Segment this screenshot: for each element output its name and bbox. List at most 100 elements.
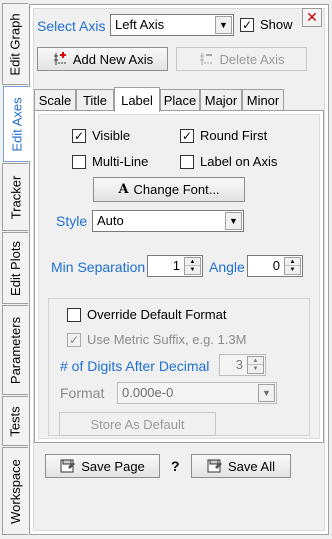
tab-label: Title	[82, 93, 108, 108]
up-arrow-icon[interactable]: ▲	[185, 258, 200, 266]
checkbox-empty	[72, 154, 86, 169]
side-tab-edit-graph[interactable]: Edit Graph	[2, 3, 28, 85]
save-page-label: Save Page	[81, 458, 145, 474]
change-font-button[interactable]: A Change Font...	[93, 177, 245, 202]
format-value: 0.000e-0	[122, 385, 174, 400]
add-new-axis-button[interactable]: Add New Axis	[37, 47, 168, 71]
save-page-button[interactable]: Save Page	[45, 454, 160, 478]
style-value: Auto	[97, 213, 124, 228]
save-all-button[interactable]: Save All	[191, 454, 291, 478]
visible-label: Visible	[92, 128, 131, 143]
add-axis-icon	[53, 52, 66, 65]
style-dropdown[interactable]: Auto ▼	[92, 210, 244, 232]
add-new-axis-label: Add New Axis	[72, 51, 154, 67]
change-font-label: Change Font...	[133, 182, 220, 197]
save-icon	[60, 459, 76, 473]
chevron-down-icon: ▼	[215, 16, 232, 34]
delete-axis-icon	[200, 53, 213, 65]
select-axis-dropdown[interactable]: Left Axis ▼	[110, 14, 234, 36]
tab-minor[interactable]: Minor	[242, 89, 284, 111]
checkmark-icon: ✓	[72, 128, 86, 143]
digits-label: # of Digits After Decimal	[60, 358, 210, 374]
min-separation-value: 1	[172, 258, 180, 273]
font-icon: A	[118, 182, 129, 197]
side-tab-label: Edit Axes	[9, 96, 25, 152]
format-dropdown[interactable]: 0.000e-0 ▼	[117, 382, 277, 404]
show-checkbox[interactable]: ✓ Show	[240, 17, 293, 32]
tab-label: Major	[204, 93, 238, 108]
edit-axes-panel: ✕ Select Axis Left Axis ▼ ✓ Show Add New…	[29, 4, 329, 535]
side-tab-edit-axes[interactable]: Edit Axes	[3, 86, 30, 162]
close-icon: ✕	[306, 9, 318, 25]
side-tab-label: Tests	[8, 405, 23, 437]
angle-label: Angle	[209, 259, 245, 275]
min-separation-spinner[interactable]: 1 ▲ ▼	[147, 255, 203, 277]
label-on-axis-label: Label on Axis	[200, 154, 278, 169]
digits-value: 3	[235, 357, 243, 372]
help-button[interactable]: ?	[171, 458, 180, 474]
side-tab-label: Workspace	[8, 458, 24, 524]
label-tab-panel: ✓ Visible ✓ Round First Multi-Line Label…	[34, 110, 324, 443]
delete-axis-label: Delete Axis	[219, 51, 285, 67]
tab-label[interactable]: Label	[114, 87, 160, 112]
angle-value: 0	[272, 258, 280, 273]
format-label: Format	[60, 385, 105, 401]
spinner-buttons[interactable]: ▲ ▼	[284, 257, 301, 275]
multi-line-label: Multi-Line	[92, 154, 149, 169]
angle-spinner[interactable]: 0 ▲ ▼	[247, 255, 303, 277]
select-axis-value: Left Axis	[115, 17, 165, 32]
checkmark-icon: ✓	[67, 332, 81, 347]
side-tab-label: Tracker	[8, 175, 24, 219]
visible-checkbox[interactable]: ✓ Visible	[72, 128, 130, 143]
tab-scale[interactable]: Scale	[34, 89, 76, 111]
round-first-checkbox[interactable]: ✓ Round First	[180, 128, 267, 143]
checkbox-empty	[180, 154, 194, 169]
store-as-default-button[interactable]: Store As Default	[59, 412, 216, 436]
checkbox-empty	[67, 307, 81, 322]
label-tab-content: ✓ Visible ✓ Round First Multi-Line Label…	[38, 114, 320, 439]
tab-major[interactable]: Major	[200, 89, 242, 111]
tab-label: Label	[121, 92, 153, 108]
down-arrow-icon[interactable]: ▼	[248, 365, 263, 373]
down-arrow-icon[interactable]: ▼	[185, 266, 200, 274]
close-button[interactable]: ✕	[302, 8, 322, 27]
override-format-checkbox[interactable]: Override Default Format	[67, 307, 226, 322]
label-on-axis-checkbox[interactable]: Label on Axis	[180, 154, 277, 169]
spinner-buttons[interactable]: ▲ ▼	[247, 356, 264, 374]
show-label: Show	[260, 17, 293, 32]
chevron-down-icon: ▼	[225, 212, 242, 230]
min-separation-label: Min Separation	[51, 259, 146, 275]
side-tab-tracker[interactable]: Tracker	[2, 163, 28, 231]
format-group: Override Default Format ✓ Use Metric Suf…	[48, 298, 310, 436]
tab-label: Minor	[246, 93, 280, 108]
up-arrow-icon[interactable]: ▲	[285, 258, 300, 266]
tab-title[interactable]: Title	[76, 89, 114, 111]
side-tab-edit-plots[interactable]: Edit Plots	[2, 232, 28, 304]
digits-spinner[interactable]: 3 ▲ ▼	[219, 354, 266, 376]
metric-suffix-label: Use Metric Suffix, e.g. 1.3M	[87, 332, 247, 347]
side-tab-strip: Edit Graph Edit Axes Tracker Edit Plots …	[0, 0, 30, 539]
tab-label: Scale	[38, 93, 72, 108]
checkmark-icon: ✓	[180, 128, 194, 143]
store-as-default-label: Store As Default	[90, 416, 185, 432]
side-tab-parameters[interactable]: Parameters	[2, 305, 28, 395]
spinner-buttons[interactable]: ▲ ▼	[184, 257, 201, 275]
tab-label: Place	[163, 93, 197, 108]
delete-axis-button[interactable]: Delete Axis	[176, 47, 307, 71]
round-first-label: Round First	[200, 128, 268, 143]
save-icon	[207, 459, 222, 473]
chevron-down-icon: ▼	[258, 384, 275, 402]
override-format-label: Override Default Format	[87, 307, 227, 322]
select-axis-label: Select Axis	[37, 18, 106, 34]
save-all-label: Save All	[228, 458, 275, 474]
tab-place[interactable]: Place	[160, 89, 200, 111]
side-tab-tests[interactable]: Tests	[2, 396, 28, 446]
side-tab-label: Parameters	[8, 316, 24, 384]
multi-line-checkbox[interactable]: Multi-Line	[72, 154, 148, 169]
style-label: Style	[56, 213, 88, 229]
up-arrow-icon[interactable]: ▲	[248, 357, 263, 365]
side-tab-label: Edit Graph	[8, 12, 23, 76]
metric-suffix-checkbox[interactable]: ✓ Use Metric Suffix, e.g. 1.3M	[67, 332, 246, 347]
down-arrow-icon[interactable]: ▼	[285, 266, 300, 274]
side-tab-workspace[interactable]: Workspace	[2, 447, 28, 535]
